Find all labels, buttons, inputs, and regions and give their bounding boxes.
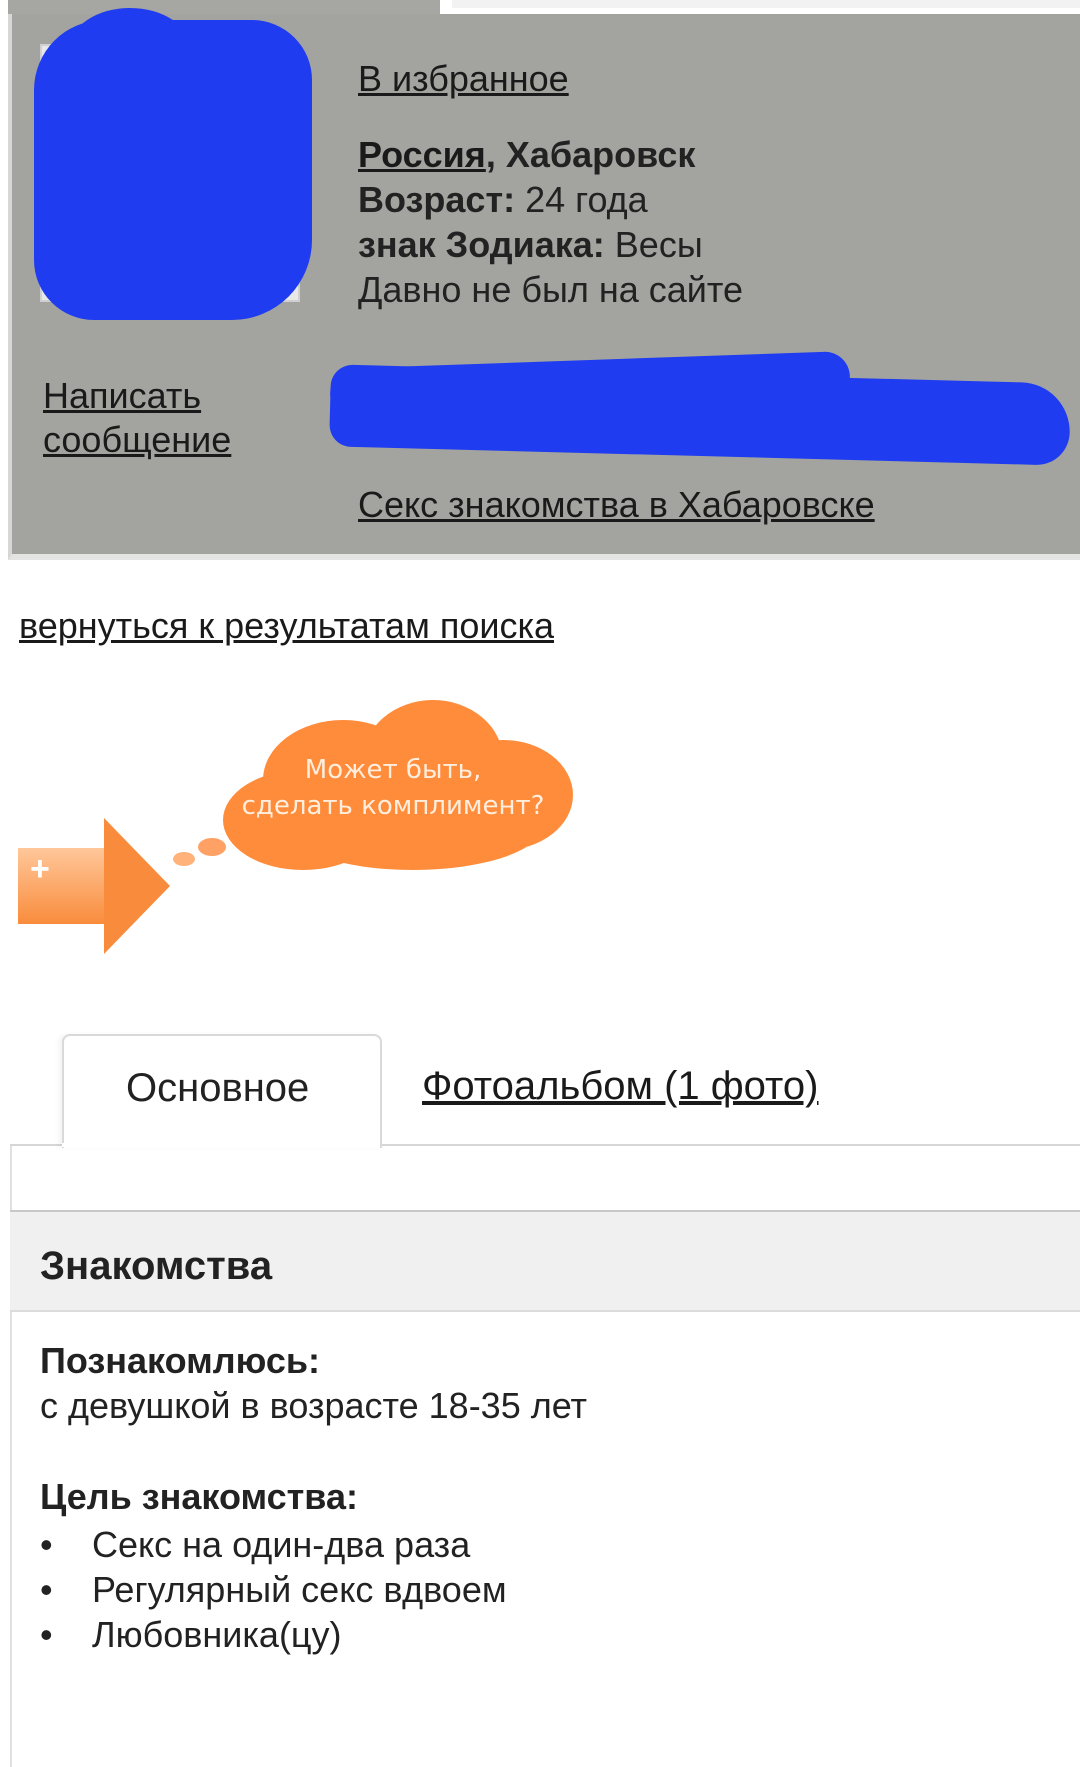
location-line: Россия, Хабаровск [358,132,743,177]
tab-main-label: Основное [126,1066,310,1110]
write-message-line1: Написать [43,375,202,416]
goal-list: Секс на один-два раза Регулярный секс вд… [40,1522,507,1657]
city-name: , Хабаровск [485,134,696,175]
tab-main[interactable]: Основное [62,1034,382,1148]
zodiac-value: Весы [604,224,703,265]
compliment-line1: Может быть, [304,755,482,785]
list-item: Регулярный секс вдвоем [40,1567,507,1612]
section-title: Знакомства [40,1244,273,1288]
header-strip-light [452,0,1080,8]
city-dating-link[interactable]: Секс знакомства в Хабаровске [358,484,875,526]
write-message-link[interactable]: Написать сообщение [43,374,231,462]
list-item: Любовника(цу) [40,1612,507,1657]
thought-dot-small [173,852,195,866]
seeking-label: Познакомлюсь: [40,1340,321,1381]
list-item: Секс на один-два раза [40,1522,507,1567]
add-to-favorites-link[interactable]: В избранное [358,58,569,100]
compliment-text: Может быть, сделать комплимент? [228,752,558,824]
compliment-button[interactable]: + Может быть, сделать комплимент? [18,700,578,954]
zodiac-label: знак Зодиака: [358,224,605,265]
goal-label: Цель знакомства: [40,1476,358,1517]
country-link[interactable]: Россия [358,134,486,175]
age-label: Возраст: [358,179,516,220]
photo-redaction-right [190,30,280,120]
write-message-line2: сообщение [43,419,232,460]
plus-icon: + [30,850,50,888]
age-line: Возраст: 24 года [358,177,743,222]
zodiac-line: знак Зодиака: Весы [358,222,743,267]
arrow-head-icon [104,818,170,954]
seeking-value: с девушкой в возрасте 18-35 лет [40,1385,588,1426]
photo-redaction-top [70,8,190,88]
back-to-results-link[interactable]: вернуться к результатам поиска [19,605,554,647]
age-value: 24 года [515,179,648,220]
profile-info: Россия, Хабаровск Возраст: 24 года знак … [358,132,743,312]
tab-photo-album[interactable]: Фотоальбом (1 фото) [422,1064,818,1109]
last-seen-status: Давно не был на сайте [358,269,743,310]
compliment-line2: сделать комплимент? [241,791,545,821]
section-header: Знакомства [10,1210,1080,1312]
header-strip [8,0,440,14]
